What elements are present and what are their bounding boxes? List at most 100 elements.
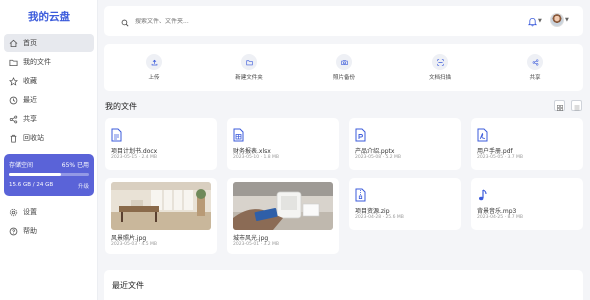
file-name: 背景音乐.mp3	[477, 208, 517, 215]
quick-actions-bar: 上传 新建文件夹 照片备份 文档扫描 共享	[104, 44, 583, 91]
notifications-button[interactable]: ▼	[527, 15, 542, 27]
help-icon	[9, 227, 23, 236]
sidebar-item-label: 设置	[23, 208, 37, 216]
search-box	[116, 13, 218, 29]
section-title-recent: 最近文件	[112, 281, 144, 290]
music-icon	[477, 187, 488, 201]
sidebar-nav: 首页 我的文件 收藏 最近 共享 回收站	[4, 34, 94, 148]
storage-percent: 65% 已用	[61, 162, 89, 169]
quick-action-label: 新建文件夹	[235, 75, 263, 81]
sidebar-item-recent[interactable]: 最近	[4, 91, 94, 109]
list-icon	[574, 96, 580, 115]
storage-card: 存储空间 65% 已用 15.6 GB / 24 GB 升级	[4, 154, 94, 196]
file-name: 城市风光.jpg	[233, 235, 269, 242]
pdf-icon	[477, 127, 488, 142]
upgrade-link[interactable]: 升级	[78, 182, 89, 190]
sidebar-item-shared[interactable]: 共享	[4, 110, 94, 128]
scan-icon	[432, 54, 448, 70]
sidebar-item-label: 我的文件	[23, 58, 51, 66]
sidebar-item-home[interactable]: 首页	[4, 34, 94, 52]
gear-icon	[9, 208, 23, 217]
grid-view-button[interactable]	[554, 100, 565, 112]
user-menu[interactable]: ▼	[550, 13, 569, 27]
sidebar-item-label: 首页	[23, 39, 37, 47]
quick-action-label: 上传	[148, 75, 160, 81]
sidebar-item-label: 最近	[23, 96, 37, 104]
photo-backup-button[interactable]: 照片备份	[314, 54, 374, 81]
folder-plus-icon	[241, 54, 257, 70]
sidebar-bottom-nav: 设置 帮助	[4, 203, 94, 241]
file-name: 产品介绍.pptx	[355, 148, 395, 155]
file-name: 项目资源.zip	[355, 208, 390, 215]
recent-files-panel: 最近文件	[104, 270, 583, 300]
sidebar-item-trash[interactable]: 回收站	[4, 129, 94, 147]
bell-icon	[527, 12, 538, 31]
grid-icon	[556, 96, 563, 115]
star-icon	[9, 76, 23, 86]
sidebar-item-my-files[interactable]: 我的文件	[4, 53, 94, 71]
camera-icon	[336, 54, 352, 70]
storage-progress-bar	[9, 173, 89, 176]
file-meta: 2023-05-15 · 2.4 MB	[111, 155, 157, 160]
search-input[interactable]	[135, 17, 215, 25]
image-thumbnail	[111, 182, 211, 230]
file-name: 项目计划书.docx	[111, 148, 158, 155]
zip-icon	[355, 187, 366, 202]
file-card-pptx[interactable]: 产品介绍.pptx 2023-05-08 · 5.2 MB	[349, 118, 461, 170]
sidebar-item-label: 共享	[23, 115, 37, 123]
quick-action-label: 共享	[529, 75, 541, 81]
file-meta: 2023-05-10 · 1.8 MB	[233, 155, 279, 160]
share-button[interactable]: 共享	[505, 54, 565, 81]
sidebar-item-label: 收藏	[23, 77, 37, 85]
top-header: ▼ ▼	[104, 6, 583, 36]
file-card-docx[interactable]: 项目计划书.docx 2023-05-15 · 2.4 MB	[105, 118, 217, 170]
file-card-mp3[interactable]: 背景音乐.mp3 2023-04-25 · 8.7 MB	[471, 178, 583, 230]
chevron-down-icon: ▼	[538, 18, 542, 24]
clock-icon	[9, 96, 23, 105]
trash-icon	[9, 134, 23, 143]
share-icon	[9, 115, 23, 124]
quick-action-label: 照片备份	[332, 75, 355, 81]
file-card-image-city[interactable]: 城市风光.jpg 2023-05-01 · 3.2 MB	[227, 178, 339, 254]
search-icon	[121, 12, 129, 31]
section-title-my-files: 我的文件	[105, 102, 137, 111]
file-meta: 2023-05-08 · 5.2 MB	[355, 155, 401, 160]
file-meta: 2023-05-03 · 4.5 MB	[111, 242, 157, 247]
avatar[interactable]	[550, 13, 564, 27]
list-view-button[interactable]	[571, 100, 582, 111]
presentation-icon	[355, 127, 366, 142]
file-name: 财务报表.xlsx	[233, 148, 271, 155]
storage-progress-fill	[9, 173, 61, 176]
image-thumbnail	[233, 182, 333, 230]
file-card-pdf[interactable]: 用户手册.pdf 2023-05-05 · 3.7 MB	[471, 118, 583, 170]
sidebar-item-label: 帮助	[23, 227, 37, 235]
sidebar: 我的云盘 首页 我的文件 收藏 最近 共享 回收站 存储空间 65% 已用 15…	[0, 0, 98, 300]
chevron-down-icon: ▼	[565, 17, 569, 23]
sidebar-item-help[interactable]: 帮助	[4, 222, 94, 240]
file-name: 风景照片.jpg	[111, 235, 147, 242]
storage-label: 存储空间	[9, 162, 34, 169]
file-card-xlsx[interactable]: 财务报表.xlsx 2023-05-10 · 1.8 MB	[227, 118, 339, 170]
sidebar-item-favorites[interactable]: 收藏	[4, 72, 94, 90]
home-icon	[9, 39, 23, 48]
share-icon	[527, 54, 543, 70]
file-name: 用户手册.pdf	[477, 148, 513, 155]
upload-icon	[146, 54, 162, 70]
app-logo[interactable]: 我的云盘	[0, 9, 98, 24]
folder-icon	[9, 58, 23, 67]
file-meta: 2023-05-01 · 3.2 MB	[233, 242, 279, 247]
doc-scan-button[interactable]: 文档扫描	[410, 54, 470, 81]
sidebar-item-label: 回收站	[23, 134, 44, 142]
quick-action-label: 文档扫描	[428, 75, 451, 81]
file-meta: 2023-05-05 · 3.7 MB	[477, 155, 523, 160]
spreadsheet-icon	[233, 127, 244, 142]
new-folder-button[interactable]: 新建文件夹	[219, 54, 279, 81]
file-meta: 2023-04-28 · 25.6 MB	[355, 215, 404, 220]
upload-button[interactable]: 上传	[124, 54, 184, 81]
word-doc-icon	[111, 127, 122, 142]
storage-used: 15.6 GB / 24 GB	[9, 182, 54, 188]
sidebar-item-settings[interactable]: 设置	[4, 203, 94, 221]
file-card-zip[interactable]: 项目资源.zip 2023-04-28 · 25.6 MB	[349, 178, 461, 230]
file-card-image-landscape[interactable]: 风景照片.jpg 2023-05-03 · 4.5 MB	[105, 178, 217, 254]
file-meta: 2023-04-25 · 8.7 MB	[477, 215, 523, 220]
